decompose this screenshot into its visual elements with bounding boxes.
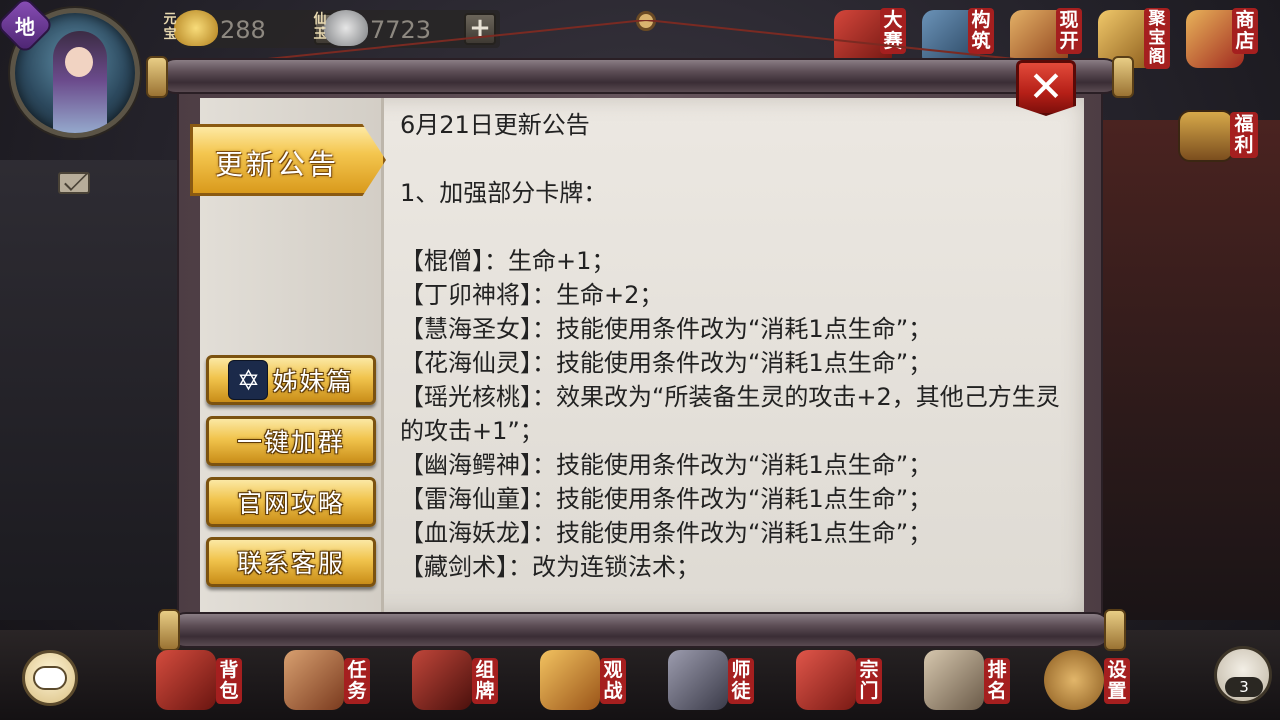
top-menu-shop[interactable]: 商店 (1180, 4, 1260, 86)
scroll-rod-cap (146, 56, 168, 98)
bottom-menu-label: 设置 (1104, 658, 1130, 704)
master-disciple-icon (668, 650, 728, 710)
background-wall-left (0, 160, 180, 620)
tab-update-notice-label: 更新公告 (215, 148, 340, 181)
notice-line: 【血海妖龙】：技能使用条件改为“消耗1点生命”； (400, 519, 933, 547)
bottom-menu-label: 任务 (344, 658, 370, 704)
bottom-menu-mentorship[interactable]: 师徒 (664, 646, 764, 718)
contact-support-button[interactable]: 联系客服 (206, 537, 376, 587)
bottom-menu-spectate[interactable]: 观战 (536, 646, 636, 718)
notice-section-heading: 1、加强部分卡牌： (400, 179, 608, 207)
sister-game-label: 姊妹篇 (272, 367, 354, 396)
chat-bubble-icon (33, 666, 67, 690)
scroll-rod-cap (1104, 609, 1126, 651)
notice-content[interactable]: 6月21日更新公告 1、加强部分卡牌： 【棍僧】：生命+1； 【丁卯神将】：生命… (400, 108, 1072, 598)
eye-lantern-icon (540, 650, 600, 710)
bottom-menu-deck[interactable]: 组牌 (408, 646, 508, 718)
friends-button[interactable]: 3 (1214, 646, 1272, 704)
side-menu-welfare[interactable]: 福利 (1176, 98, 1258, 178)
chat-button[interactable] (22, 650, 78, 706)
bottom-menu-ranking[interactable]: 排名 (920, 646, 1020, 718)
notice-line: 【花海仙灵】：技能使用条件改为“消耗1点生命”； (400, 349, 933, 377)
bottom-menu-sect[interactable]: 宗门 (792, 646, 892, 718)
top-menu-label: 商店 (1232, 8, 1258, 54)
currency-gold-label: 元宝 (163, 12, 177, 42)
scroll-rod-cap (158, 609, 180, 651)
contact-support-label: 联系客服 (236, 549, 345, 578)
notice-line: 【丁卯神将】：生命+2； (400, 281, 664, 309)
notice-line: 【慧海圣女】：技能使用条件改为“消耗1点生命”； (400, 315, 933, 343)
scroll-rod-cap (1112, 56, 1134, 98)
join-group-label: 一键加群 (236, 428, 345, 457)
notice-line: 【幽海鳄神】：技能使用条件改为“消耗1点生命”； (400, 451, 933, 479)
bottom-menu-bag[interactable]: 背包 (152, 646, 252, 718)
scroll-rod-top (158, 58, 1122, 94)
bottom-menu-label: 宗门 (856, 658, 882, 704)
bottom-menu-label: 排名 (984, 658, 1010, 704)
star-of-david-icon: ✡ (228, 360, 269, 400)
close-icon: ✕ (1028, 62, 1064, 111)
side-menu-label: 福利 (1230, 112, 1258, 158)
official-guide-button[interactable]: 官网攻略 (206, 477, 376, 527)
notice-line: 【藏剑术】：改为连锁法术； (400, 553, 700, 581)
bag-icon (156, 650, 216, 710)
official-guide-label: 官网攻略 (236, 489, 345, 518)
treasure-chest-icon (1178, 110, 1234, 162)
mail-icon[interactable] (58, 172, 90, 194)
bottom-menu-label: 组牌 (472, 658, 498, 704)
rank-badge-label: 地 (15, 14, 35, 39)
gear-icon (1044, 650, 1104, 710)
friends-count-badge: 3 (1225, 677, 1263, 697)
card-deck-icon (412, 650, 472, 710)
top-menu-label: 聚宝阁 (1144, 8, 1170, 69)
bottom-menu-label: 背包 (216, 658, 242, 704)
join-group-button[interactable]: 一键加群 (206, 416, 376, 466)
ranking-scroll-icon (924, 650, 984, 710)
sister-game-button[interactable]: ✡ 姊妹篇 (206, 355, 376, 405)
bottom-menu-tasks[interactable]: 任务 (280, 646, 380, 718)
bottom-menu-label: 观战 (600, 658, 626, 704)
bottom-menu-settings[interactable]: 设置 (1040, 646, 1140, 718)
notice-line: 【瑶光核桃】：效果改为“所装备生灵的攻击+2，其他己方生灵的攻击+1”； (400, 383, 1060, 445)
sect-gate-icon (796, 650, 856, 710)
notice-line: 【雷海仙童】：技能使用条件改为“消耗1点生命”； (400, 485, 933, 513)
bottom-menu-label: 师徒 (728, 658, 754, 704)
background-palace-right (1090, 120, 1280, 620)
avatar-face (65, 47, 93, 77)
notice-title: 6月21日更新公告 (400, 111, 590, 139)
notice-line: 【棍僧】：生命+1； (400, 247, 616, 275)
scroll-rod-bottom (168, 612, 1112, 648)
tab-update-notice[interactable]: 更新公告 (190, 124, 386, 196)
task-book-icon (284, 650, 344, 710)
